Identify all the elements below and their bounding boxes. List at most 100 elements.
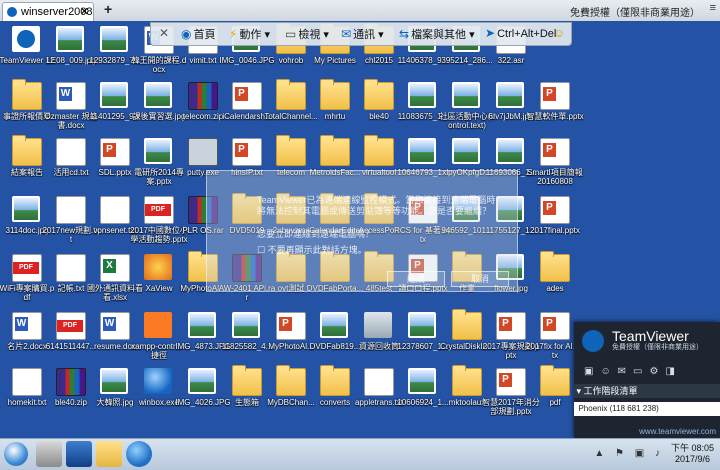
desktop-icon[interactable]: 2017fix for AI.pptx: [526, 309, 584, 371]
desktop-icon[interactable]: resume.doc: [90, 309, 140, 371]
desktop-icon[interactable]: 2017new規劃.txt: [43, 193, 99, 255]
desktop-icon[interactable]: 11083675_1...: [398, 79, 448, 141]
desktop-icon[interactable]: XaView: [134, 251, 184, 313]
file-icon: [320, 135, 350, 166]
desktop-icon[interactable]: appletrans.txt: [354, 365, 404, 427]
desktop-icon[interactable]: MyDBChan...: [266, 365, 316, 427]
desktop-icon[interactable]: mhrtu: [310, 79, 360, 141]
desktop-icon[interactable]: iCalendarsh...: [222, 79, 272, 141]
clock[interactable]: 下午 08:05 2017/9/6: [671, 443, 714, 465]
new-tab-button[interactable]: +: [104, 1, 112, 17]
close-tab-icon[interactable]: ✕: [80, 5, 89, 18]
clock-date: 2017/9/6: [674, 454, 710, 464]
desktop-icon[interactable]: SDL.pptx: [90, 135, 140, 197]
desktop-icon[interactable]: 智慧2017年消分部規劃.pptx: [482, 365, 540, 427]
desktop-icon[interactable]: SmartI項目簡報20160808: [527, 135, 583, 197]
desktop-icon[interactable]: 2017final.pptx: [530, 193, 580, 255]
desktop-icon[interactable]: 2017中國數位小學活動趨勢.pptx: [130, 193, 188, 255]
file-icon: [12, 79, 42, 110]
desktop-icon[interactable]: WiFi專案購買.pdf: [0, 251, 54, 313]
desktop-icon[interactable]: vpnsenet.txt: [90, 193, 140, 255]
file-icon: [496, 138, 524, 164]
dont-show-checkbox[interactable]: ☐ 不要再顯示此對話方塊。: [257, 243, 367, 256]
start-button[interactable]: [4, 442, 28, 466]
powershell-icon[interactable]: [66, 441, 92, 467]
desktop-icon[interactable]: ades: [530, 251, 580, 313]
desktop-icon[interactable]: 11401295_9...: [90, 79, 140, 141]
desktop-icon[interactable]: 6Iv7jJbM.jpg: [486, 79, 536, 141]
panel-controls[interactable]: ▣☺✉▭⚙◨: [584, 366, 682, 377]
dialog-cancel-button[interactable]: 取消: [451, 271, 509, 287]
desktop-icon-label: 智慧軟件單.pptx: [526, 112, 584, 121]
explorer-icon[interactable]: [96, 441, 122, 467]
desktop-icon[interactable]: telecom.zip: [178, 79, 228, 141]
desktop-icon[interactable]: 名片2.docx: [2, 309, 52, 371]
session-tab[interactable]: winserver2008 ✕: [2, 2, 94, 21]
desktop-icon[interactable]: pdf: [530, 365, 580, 427]
desktop-icon[interactable]: ble40.zip: [46, 365, 96, 427]
file-icon: [56, 196, 86, 224]
desktop-icon[interactable]: DVDFab819...: [310, 309, 360, 371]
files-menu[interactable]: ⇆ 檔案與其他 ▾: [399, 26, 475, 42]
dialog-ok-button[interactable]: 繼續: [387, 271, 445, 287]
desktop-icon[interactable]: 智慧軟件單.pptx: [526, 79, 584, 141]
file-icon: [276, 312, 306, 340]
file-icon: [276, 79, 306, 110]
desktop-icon[interactable]: 國外通訊資料看看.xlsx: [87, 251, 143, 313]
internet-explorer-icon[interactable]: [126, 441, 152, 467]
desktop-icon[interactable]: 結案報告: [2, 135, 52, 197]
desktop-icon[interactable]: Ozmaster 規格書.docx: [45, 79, 97, 141]
actions-menu[interactable]: ⚡ 動作 ▾: [229, 26, 270, 42]
communicate-menu[interactable]: ✉ 通訊 ▾: [341, 26, 384, 42]
session-peer[interactable]: Phoenix (118 681 238): [574, 402, 720, 416]
desktop-icon[interactable]: 記帳.txt: [46, 251, 96, 313]
peer-label: Phoenix (118 681 238): [578, 404, 659, 413]
desktop-icon[interactable]: CrystalDiskIn...: [440, 309, 494, 371]
desktop-icon[interactable]: 事證所報價單: [2, 79, 52, 141]
desktop-icon[interactable]: ble40: [354, 79, 404, 141]
desktop-icon[interactable]: converts: [310, 365, 360, 427]
feedback-button[interactable]: ☺: [553, 26, 567, 42]
file-icon: [56, 368, 86, 396]
server-manager-icon[interactable]: [36, 441, 62, 467]
home-button[interactable]: ◉ 首頁: [181, 26, 215, 42]
desktop-icon[interactable]: xampp-contr... - 捷徑: [131, 309, 187, 371]
file-icon: [364, 79, 394, 110]
view-menu[interactable]: ▭ 檢視 ▾: [285, 26, 329, 42]
desktop-icon[interactable]: 12932879_7...: [89, 23, 141, 85]
desktop-icon[interactable]: 2017專案規劃.pptx: [483, 309, 539, 371]
session-list-header[interactable]: ▾ 工作階段清單: [574, 384, 720, 398]
teamviewer-link[interactable]: www.teamviewer.com: [574, 427, 716, 436]
desktop-icon[interactable]: 資源回收筒: [354, 309, 404, 371]
desktop-icon[interactable]: 11825582_4...: [222, 309, 272, 371]
file-icon: [232, 312, 260, 338]
desktop-icon[interactable]: 生態箱: [222, 365, 272, 427]
desktop-icon[interactable]: homekit.txt: [2, 365, 52, 427]
ctrl-alt-del-button[interactable]: ➤ Ctrl+Alt+Del: [485, 26, 556, 42]
file-icon: [452, 309, 482, 340]
file-icon: [144, 82, 172, 108]
desktop-icon[interactable]: mktoolaux: [442, 365, 492, 427]
desktop-icon[interactable]: IMG_4873.JPG: [175, 309, 231, 371]
file-icon: [232, 138, 262, 166]
desktop-icon[interactable]: 6141511447...: [46, 309, 96, 371]
tab-menu-icon[interactable]: ≡: [710, 2, 716, 14]
desktop-icon[interactable]: 10606924_1...: [397, 365, 449, 427]
desktop-icon[interactable]: 電研所2014專案.pptx: [134, 135, 184, 197]
desktop-icon[interactable]: 12378607_1...: [397, 309, 449, 371]
panel-brand: TeamViewer: [612, 328, 689, 344]
desktop-icon[interactable]: 課後實習選.jpg: [133, 79, 185, 141]
desktop-icon[interactable]: 活用cd.txt: [46, 135, 96, 197]
desktop-icon[interactable]: TotalChannel...: [264, 79, 318, 141]
desktop-icon[interactable]: MyPhotoAl...: [266, 309, 316, 371]
desktop-icon[interactable]: IMG_4026.JPG: [175, 365, 231, 427]
desktop-icon[interactable]: winbox.exe: [134, 365, 184, 427]
desktop-icon[interactable]: 大韓照.jpg: [90, 365, 140, 427]
license-text: 免費授權（僅限非商業用途）: [570, 8, 700, 19]
close-session-button[interactable]: ✕: [159, 26, 171, 42]
desktop-icon[interactable]: TeamViewer 12: [0, 23, 55, 85]
system-tray[interactable]: ▲ ⚑ ▣ ♪: [594, 448, 664, 459]
desktop-icon[interactable]: 3114doc.jpg: [2, 193, 52, 255]
desktop-icon[interactable]: 社區活動中心(control.text): [440, 79, 494, 141]
desktop-icon[interactable]: LE08_009.jpg: [46, 23, 96, 85]
